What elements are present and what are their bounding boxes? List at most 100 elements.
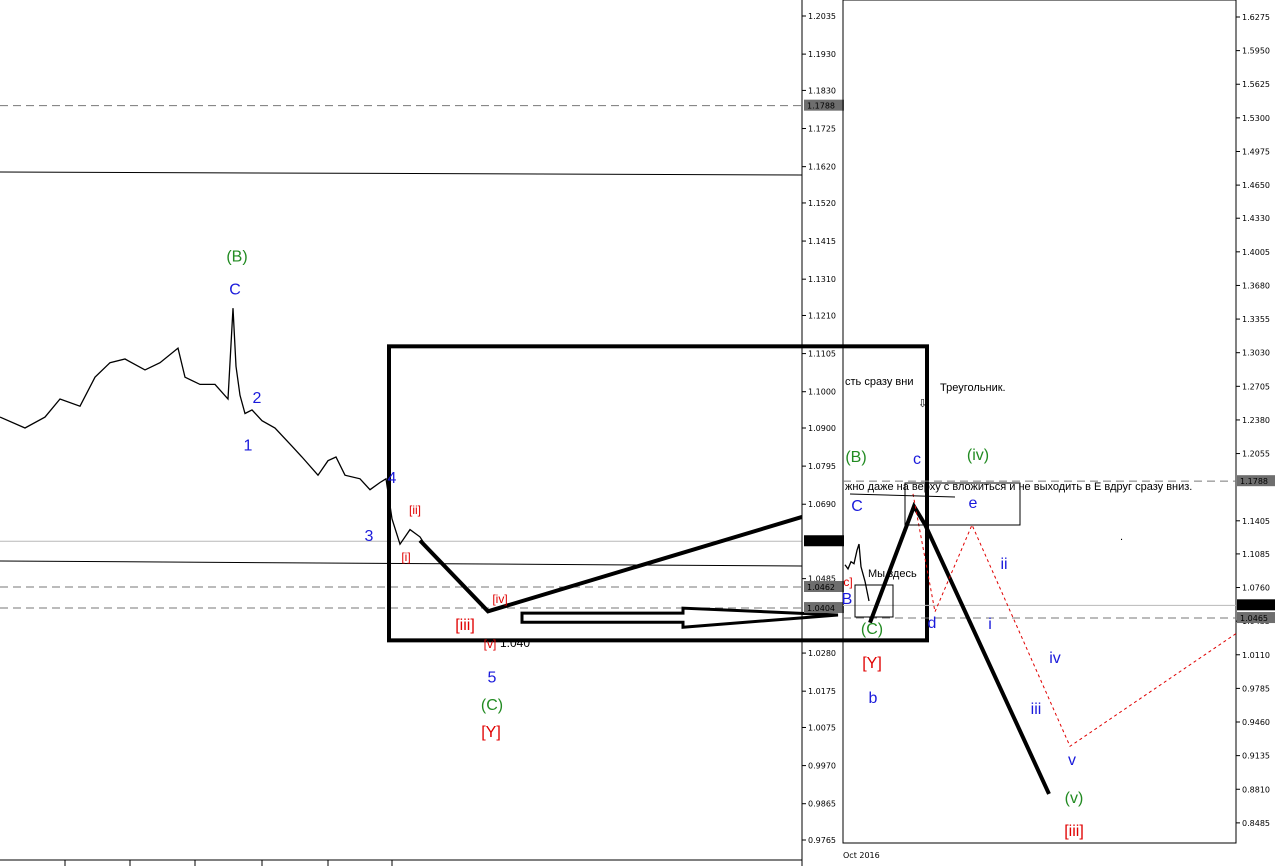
wave-label: (iv) — [967, 447, 989, 464]
price-tag-label: 1.0588 — [807, 537, 835, 546]
y-tick-label: 1.4005 — [1242, 248, 1270, 257]
wave-label: (C) — [481, 697, 503, 714]
wave-label: b — [869, 690, 878, 707]
wave-label: (B) — [226, 249, 247, 266]
y-tick-label: 0.8485 — [1242, 819, 1270, 828]
y-tick-label: 1.2055 — [1242, 450, 1270, 459]
wave-label: 3 — [365, 528, 374, 545]
annotation-text: Треугольник. — [940, 382, 1006, 394]
y-tick-label: 1.1725 — [808, 125, 836, 134]
wave-label: [iii] — [455, 617, 475, 634]
price-tag-label: 1.0462 — [807, 583, 835, 592]
wave-label: c] — [843, 575, 852, 589]
wave-label: e — [969, 495, 978, 512]
dot-marker: . — [1120, 531, 1123, 543]
price-tag-label: 1.0404 — [807, 604, 835, 613]
wave-label: C — [229, 281, 241, 298]
wave-label: [iv] — [492, 592, 507, 606]
trend-line-upper — [0, 171, 803, 176]
wave-label: [ii] — [409, 503, 421, 517]
y-tick-label: 1.2035 — [808, 12, 836, 21]
y-tick-label: 1.1310 — [808, 275, 836, 284]
wave-label: iv — [1049, 650, 1061, 667]
annotation-text: Мы здесь — [868, 568, 917, 580]
wave-label: 1 — [244, 437, 253, 454]
wave-label: (B) — [845, 449, 866, 466]
y-tick-label: 1.1210 — [808, 311, 836, 320]
y-tick-label: 1.5300 — [1242, 114, 1270, 123]
left-chart-panel: (B) C 2 1 4 [ii] 3 [i] [iv] [iii] [v] 1.040 5 (C) [Y] 1… — [0, 0, 929, 866]
wave-label: ii — [1000, 556, 1007, 573]
y-tick-label: 1.4650 — [1242, 181, 1270, 190]
arrow-channel — [520, 606, 839, 629]
wave-label: v — [1068, 752, 1076, 769]
wave-label: (C) — [861, 621, 883, 638]
wave-label: 5 — [488, 670, 497, 687]
annotation-text: жно даже на верху с вложиться и не выход… — [845, 481, 1192, 493]
wave-label: B — [842, 591, 853, 608]
arrow-down-icon: ⇩ — [918, 398, 927, 410]
wave-label: [iii] — [1064, 823, 1084, 840]
y-tick-label: 1.1085 — [1242, 550, 1270, 559]
wave-label: iii — [1031, 701, 1042, 718]
wave-label: i — [988, 616, 992, 633]
y-tick-label: 1.6275 — [1242, 13, 1270, 22]
annotation-text: сть сразу вни — [845, 376, 913, 388]
y-tick-label: 0.9460 — [1242, 718, 1270, 727]
y-tick-label: 1.1105 — [808, 350, 836, 359]
price-tag-label: 1.0588 — [1240, 601, 1268, 610]
wave-label: [v] — [484, 637, 497, 651]
y-tick-label: 1.1830 — [808, 86, 836, 95]
y-tick-label: 1.0110 — [1242, 651, 1270, 660]
y-tick-label: 1.1520 — [808, 199, 836, 208]
y-tick-label: 1.0175 — [808, 687, 836, 696]
wave-label: 1.040 — [500, 636, 530, 650]
y-tick-label: 1.2380 — [1242, 416, 1270, 425]
wave-label: c — [913, 451, 921, 468]
y-tick-label: 0.9785 — [1242, 684, 1270, 693]
y-tick-label: 1.1930 — [808, 50, 836, 59]
y-tick-label: 1.0760 — [1242, 584, 1270, 593]
y-tick-label: 0.9970 — [808, 762, 836, 771]
y-tick-label: 1.0690 — [808, 500, 836, 509]
y-tick-label: 1.5625 — [1242, 80, 1270, 89]
y-tick-label: 1.3030 — [1242, 349, 1270, 358]
y-tick-label: 1.3680 — [1242, 281, 1270, 290]
x-axis-label: Oct 2016 — [843, 851, 880, 860]
forecast-path — [868, 501, 1051, 795]
y-tick-label: 1.2705 — [1242, 382, 1270, 391]
y-tick-label: 1.4975 — [1242, 147, 1270, 156]
y-tick-label: 1.1000 — [808, 388, 836, 397]
y-tick-label: 1.1620 — [808, 163, 836, 172]
chart-screenshot: (B) C 2 1 4 [ii] 3 [i] [iv] [iii] [v] 1.040 5 (C) [Y] 1… — [0, 0, 1276, 866]
y-tick-label: 1.0280 — [808, 649, 836, 658]
wave-label: [Y] — [862, 655, 882, 672]
wave-label: 2 — [253, 390, 262, 407]
y-tick-label: 0.9865 — [808, 800, 836, 809]
y-tick-label: 0.8810 — [1242, 785, 1270, 794]
wave-label: C — [851, 498, 863, 515]
annotation-underline — [849, 493, 956, 498]
right-chart-panel: сть сразу вни Треугольник. жно даже на вер… — [842, 0, 1275, 860]
wave-label: 4 — [388, 470, 397, 487]
y-tick-label: 1.1415 — [808, 237, 836, 246]
price-tag-label: 1.1788 — [1240, 477, 1268, 486]
y-tick-label: 1.3355 — [1242, 315, 1270, 324]
elliott-wave-chart-svg: (B) C 2 1 4 [ii] 3 [i] [iv] [iii] [v] 1.040 5 (C) [Y] 1… — [0, 0, 1275, 866]
wave-label: [i] — [401, 550, 410, 564]
wave-label: [Y] — [481, 724, 501, 741]
y-tick-label: 1.1405 — [1242, 517, 1270, 526]
y-tick-label: 1.0900 — [808, 424, 836, 433]
y-tick-label: 0.9135 — [1242, 752, 1270, 761]
y-tick-label: 1.4330 — [1242, 214, 1270, 223]
price-tag-label: 1.0465 — [1240, 614, 1268, 623]
wave-label: (v) — [1065, 790, 1084, 807]
price-tag-label: 1.1788 — [807, 102, 835, 111]
alternative-path — [912, 493, 1237, 748]
y-tick-label: 1.5950 — [1242, 47, 1270, 56]
y-tick-label: 0.9765 — [808, 836, 836, 845]
wave-label: d — [928, 615, 937, 632]
y-tick-label: 1.0075 — [808, 723, 836, 732]
price-series-line — [0, 308, 428, 549]
y-tick-label: 1.0795 — [808, 462, 836, 471]
